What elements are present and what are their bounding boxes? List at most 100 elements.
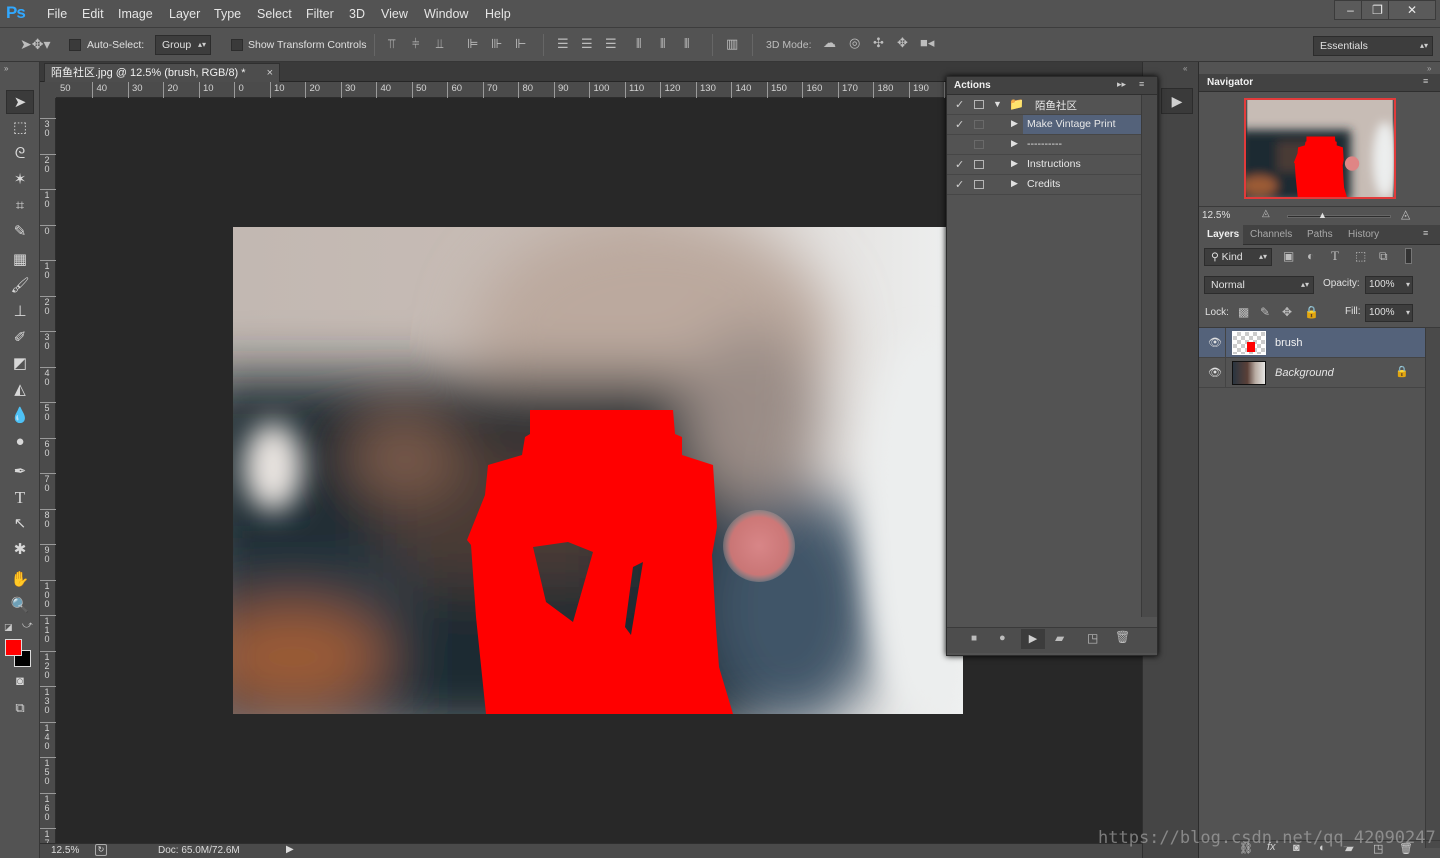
action-row[interactable]: ✓ ▶ Credits — [947, 175, 1141, 195]
begin-recording-icon[interactable]: ● — [999, 632, 1006, 644]
collapse-icon[interactable]: » — [4, 64, 8, 73]
actions-scrollbar[interactable] — [1141, 95, 1157, 617]
type-tool-icon[interactable]: T — [6, 486, 34, 510]
expand-triangle-icon[interactable]: ▼ — [993, 99, 1002, 109]
move-tool-preset-icon[interactable]: ➤✥▾ — [20, 36, 51, 53]
move-tool-icon[interactable]: ➤ — [6, 90, 34, 114]
menu-view[interactable]: View — [381, 7, 408, 21]
filter-adjustment-icon[interactable]: ◐ — [1307, 249, 1314, 263]
zoom-in-icon[interactable]: ◬ — [1401, 207, 1410, 221]
actions-panel-icon[interactable]: ▶ — [1161, 88, 1193, 114]
filter-toggle-switch[interactable] — [1405, 248, 1412, 264]
pen-tool-icon[interactable]: ✒ — [6, 460, 34, 484]
expand-dock-icon[interactable]: « — [1183, 64, 1187, 73]
vertical-ruler[interactable]: 3020100102030405060708090100110120130140… — [40, 98, 56, 857]
opacity-field[interactable]: 100% ▾ — [1365, 276, 1413, 294]
eye-visibility-icon[interactable]: 👁 — [1208, 366, 1222, 379]
marquee-tool-icon[interactable]: ⬚ — [6, 116, 34, 140]
menu-type[interactable]: Type — [214, 7, 241, 21]
collapse-panel-icon[interactable]: ▸▸ — [1117, 79, 1126, 90]
eraser-tool-icon[interactable]: ◩ — [6, 352, 34, 376]
magic-wand-tool-icon[interactable]: ✶ — [6, 168, 34, 192]
lock-image-icon[interactable]: ✎ — [1260, 305, 1270, 319]
layer-row-brush[interactable]: 👁 brush — [1199, 328, 1425, 358]
show-transform-checkbox[interactable] — [231, 39, 243, 51]
status-menu-arrow-icon[interactable]: ▶ — [286, 844, 294, 855]
blend-mode-dropdown[interactable]: Normal ▴▾ — [1204, 276, 1314, 294]
3d-rotate-icon[interactable]: ☁ — [823, 35, 836, 51]
opacity-slider-arrow-icon[interactable]: ▾ — [1406, 277, 1410, 293]
layers-scrollbar[interactable] — [1425, 328, 1440, 848]
panel-menu-icon[interactable]: ≡ — [1423, 228, 1428, 238]
zoom-out-icon[interactable]: ◬ — [1262, 208, 1270, 219]
filter-smart-object-icon[interactable]: ⧉ — [1379, 249, 1388, 264]
menu-window[interactable]: Window — [424, 7, 468, 21]
lasso-tool-icon[interactable]: ᘓ — [6, 142, 34, 166]
auto-select-target-dropdown[interactable]: Group ▴▾ — [155, 35, 211, 55]
expand-triangle-icon[interactable]: ▶ — [1011, 178, 1018, 189]
quick-mask-icon[interactable]: ◙ — [6, 669, 34, 693]
menu-3d[interactable]: 3D — [349, 7, 365, 21]
distribute-bottom-icon[interactable]: ☰ — [605, 36, 617, 52]
create-action-icon[interactable]: ◳ — [1087, 631, 1098, 645]
menu-layer[interactable]: Layer — [169, 7, 200, 21]
navigator-tab[interactable]: Navigator — [1207, 77, 1253, 88]
3d-slide-icon[interactable]: ✥ — [897, 35, 908, 51]
filter-shape-icon[interactable]: ⬚ — [1355, 249, 1366, 263]
menu-file[interactable]: File — [47, 7, 67, 21]
paint-bucket-tool-icon[interactable]: ◭ — [6, 378, 34, 402]
action-row[interactable]: ▶ ---------- — [947, 135, 1141, 155]
healing-brush-tool-icon[interactable]: ▦ — [6, 248, 34, 272]
crop-tool-icon[interactable]: ⌗ — [6, 194, 34, 218]
zoom-tool-icon[interactable]: 🔍 — [6, 594, 34, 618]
toggle-dialog-icon[interactable] — [974, 180, 984, 189]
expand-triangle-icon[interactable]: ▶ — [1011, 158, 1018, 169]
fill-slider-arrow-icon[interactable]: ▾ — [1406, 305, 1410, 321]
auto-align-layers-icon[interactable]: ▥ — [726, 36, 738, 52]
align-bottom-icon[interactable]: ⫫ — [436, 36, 443, 52]
tab-layers[interactable]: Layers — [1207, 229, 1239, 240]
distribute-vcenter-icon[interactable]: ☰ — [581, 36, 593, 52]
actions-tab[interactable]: Actions — [954, 80, 991, 91]
zoom-slider-handle[interactable]: ▲ — [1318, 210, 1327, 220]
clone-stamp-tool-icon[interactable]: ⊥ — [6, 300, 34, 324]
expand-triangle-icon[interactable]: ▶ — [1011, 118, 1018, 129]
ruler-origin[interactable] — [40, 82, 56, 98]
toggle-dialog-icon[interactable] — [974, 120, 984, 129]
foreground-color-swatch[interactable] — [5, 639, 22, 656]
zoom-slider[interactable] — [1287, 215, 1391, 218]
align-vcenter-icon[interactable]: ⫩ — [412, 36, 419, 52]
tab-history[interactable]: History — [1348, 229, 1379, 240]
default-colors-icon[interactable]: ◪ — [4, 622, 13, 633]
layer-name-brush[interactable]: brush — [1275, 337, 1303, 349]
3d-scale-icon[interactable]: ■◂ — [920, 35, 934, 51]
close-window-button[interactable]: ✕ — [1388, 0, 1436, 20]
layer-row-background[interactable]: 👁 Background 🔒 — [1199, 358, 1425, 388]
auto-select-checkbox[interactable] — [69, 39, 81, 51]
distribute-left-icon[interactable]: ⫴ — [636, 36, 641, 52]
menu-filter[interactable]: Filter — [306, 7, 334, 21]
distribute-hcenter-icon[interactable]: ⫴ — [660, 36, 665, 52]
play-selection-icon[interactable]: ▶ — [1021, 629, 1045, 649]
tab-channels[interactable]: Channels — [1250, 229, 1292, 240]
close-tab-icon[interactable]: × — [267, 64, 273, 82]
menu-help[interactable]: Help — [485, 7, 511, 21]
action-set-row[interactable]: ✓ ▼ 📁 陌鱼社区 — [947, 95, 1141, 115]
align-left-icon[interactable]: ⊫ — [467, 36, 478, 52]
eye-visibility-icon[interactable]: 👁 — [1208, 336, 1222, 349]
status-export-icon[interactable]: ↻ — [95, 844, 107, 856]
navigator-preview[interactable] — [1244, 98, 1396, 199]
action-row[interactable]: ✓ ▶ Instructions — [947, 155, 1141, 175]
toggle-item-check-icon[interactable]: ✓ — [955, 178, 964, 191]
dodge-tool-icon[interactable]: ● — [6, 430, 34, 454]
toggle-dialog-icon[interactable] — [974, 160, 984, 169]
distribute-right-icon[interactable]: ⫴ — [684, 36, 689, 52]
screen-mode-icon[interactable]: ⧉ — [6, 696, 34, 720]
3d-roll-icon[interactable]: ◎ — [849, 35, 860, 51]
align-top-icon[interactable]: ⫪ — [388, 36, 395, 52]
document-tab[interactable]: 陌鱼社区.jpg @ 12.5% (brush, RGB/8) * × — [44, 63, 280, 82]
workspace-dropdown[interactable]: Essentials ▴▾ — [1313, 36, 1433, 56]
delete-icon[interactable]: 🗑 — [1115, 630, 1130, 644]
layer-filter-dropdown[interactable]: ⚲ Kind ▴▾ — [1204, 248, 1272, 266]
toggle-item-check-icon[interactable]: ✓ — [955, 98, 964, 111]
